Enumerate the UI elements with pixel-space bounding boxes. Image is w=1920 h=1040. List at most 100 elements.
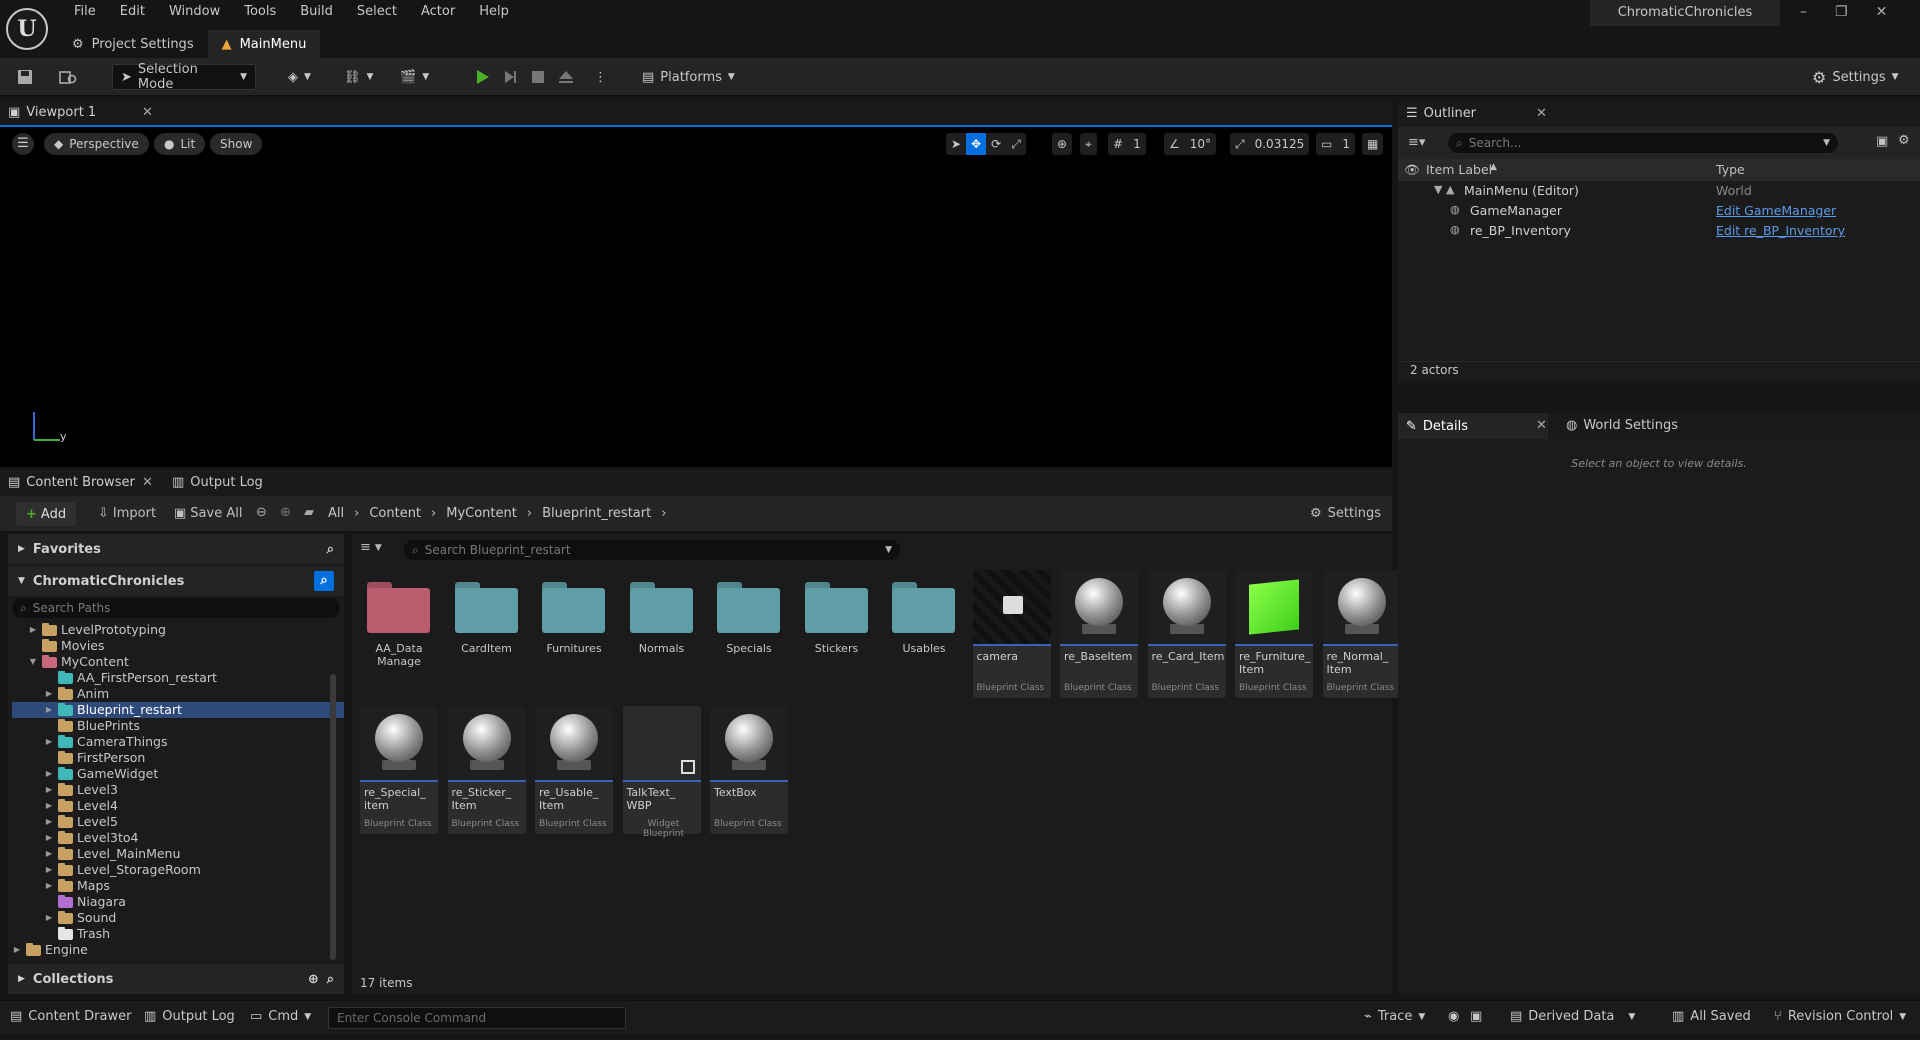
menu-select[interactable]: Select bbox=[345, 0, 409, 24]
output-log-button[interactable]: ▥ Output Log bbox=[144, 1009, 235, 1024]
revision-control-dropdown[interactable]: ⑂ Revision Control ▼ bbox=[1774, 1009, 1906, 1024]
tab-details[interactable]: Details bbox=[1423, 419, 1468, 434]
tree-item[interactable]: ▶ Anim bbox=[12, 686, 344, 702]
col-item-label[interactable]: Item Label bbox=[1426, 162, 1492, 177]
tab-mainmenu[interactable]: ▲ MainMenu bbox=[207, 30, 321, 58]
close-icon[interactable]: ✕ bbox=[142, 475, 153, 490]
search-icon[interactable]: ⌕ bbox=[327, 972, 334, 987]
chevron-right-icon[interactable]: ▶ bbox=[12, 942, 22, 958]
chevron-right-icon[interactable]: ▶ bbox=[44, 798, 54, 814]
save-icon[interactable] bbox=[16, 64, 34, 90]
folder-tile[interactable]: Furnitures bbox=[535, 570, 613, 698]
close-icon[interactable]: ✕ bbox=[1536, 106, 1547, 121]
perspective-button[interactable]: ◆ Perspective bbox=[44, 133, 149, 155]
tree-item[interactable]: Trash bbox=[12, 926, 344, 942]
angle-snap[interactable]: ∠ 10° bbox=[1164, 133, 1217, 155]
menu-help[interactable]: Help bbox=[467, 0, 521, 24]
show-button[interactable]: Show bbox=[210, 133, 263, 155]
folder-tile[interactable]: Specials bbox=[710, 570, 788, 698]
tab-content-browser[interactable]: Content Browser bbox=[26, 475, 135, 490]
menu-file[interactable]: File bbox=[62, 0, 108, 24]
stop-button[interactable] bbox=[528, 64, 548, 90]
tree-item[interactable]: Niagara bbox=[12, 894, 344, 910]
folder-tile[interactable]: Usables bbox=[885, 570, 963, 698]
content-drawer-button[interactable]: ▤ Content Drawer bbox=[10, 1009, 131, 1024]
selection-mode-dropdown[interactable]: ➤ Selection Mode ▼ bbox=[112, 62, 256, 92]
asset-tile[interactable]: re_Card_Item Blueprint Class bbox=[1147, 570, 1226, 698]
tree-item[interactable]: ▶ Level4 bbox=[12, 798, 344, 814]
asset-tile[interactable]: re_Usable_ Item Blueprint Class bbox=[535, 706, 613, 834]
tree-item[interactable]: ▶ Maps bbox=[12, 878, 344, 894]
chevron-right-icon[interactable]: › bbox=[661, 506, 666, 521]
minimize-icon[interactable]: – bbox=[1800, 4, 1807, 20]
blueprints-button[interactable]: ⛓ ▼ bbox=[344, 64, 373, 90]
tree-item[interactable]: ▼ MyContent bbox=[12, 654, 344, 670]
browse-icon[interactable] bbox=[58, 64, 78, 90]
chevron-right-icon[interactable]: ▶ bbox=[44, 846, 54, 862]
outliner-row[interactable]: ◍ GameManager Edit GameManager bbox=[1398, 201, 1920, 221]
tree-item[interactable]: ▶ Level_StorageRoom bbox=[12, 862, 344, 878]
tab-viewport[interactable]: Viewport 1 bbox=[26, 105, 96, 120]
all-saved-button[interactable]: ▥ All Saved bbox=[1672, 1009, 1751, 1024]
tree-item[interactable]: ▶ Blueprint_restart bbox=[12, 702, 344, 718]
screenshot-icon[interactable]: ▣ bbox=[1470, 1009, 1482, 1024]
eye-icon[interactable]: 👁 bbox=[1404, 162, 1420, 178]
chevron-right-icon[interactable]: ▶ bbox=[44, 830, 54, 846]
tree-item[interactable]: ▶ Level5 bbox=[12, 814, 344, 830]
tree-item[interactable]: ▶ Engine bbox=[12, 942, 344, 958]
chevron-right-icon[interactable]: ▶ bbox=[44, 862, 54, 878]
settings-dropdown[interactable]: ⚙ Settings ▼ bbox=[1812, 64, 1899, 90]
chevron-right-icon[interactable]: ▶ bbox=[44, 702, 54, 718]
tree-item[interactable]: FirstPerson bbox=[12, 750, 344, 766]
folder-tile[interactable]: AA_Data Manage bbox=[360, 570, 438, 698]
scale-snap[interactable]: ⤢ 0.03125 bbox=[1230, 133, 1310, 155]
gear-icon[interactable]: ⚙ bbox=[1898, 133, 1910, 148]
menu-build[interactable]: Build bbox=[288, 0, 345, 24]
chevron-down-icon[interactable]: ▼ bbox=[28, 654, 38, 670]
import-button[interactable]: ⇩ Import bbox=[98, 506, 156, 521]
world-local-toggle[interactable]: ⊕ bbox=[1052, 133, 1073, 155]
tab-project-settings[interactable]: ⚙ Project Settings bbox=[58, 30, 208, 58]
add-button[interactable]: + Add bbox=[16, 502, 77, 526]
tree-item[interactable]: ▶ CameraThings bbox=[12, 734, 344, 750]
outliner-row[interactable]: ▼ ▲ MainMenu (Editor) World bbox=[1398, 181, 1920, 201]
play-button[interactable] bbox=[472, 64, 492, 90]
tab-output-log[interactable]: Output Log bbox=[190, 475, 263, 490]
console-input[interactable]: Enter Console Command bbox=[328, 1007, 626, 1029]
menu-actor[interactable]: Actor bbox=[409, 0, 467, 24]
tree-item[interactable]: ▶ GameWidget bbox=[12, 766, 344, 782]
menu-tools[interactable]: Tools bbox=[232, 0, 288, 24]
restore-icon[interactable]: ❐ bbox=[1835, 4, 1848, 20]
breadcrumb-all[interactable]: All bbox=[328, 506, 344, 521]
chevron-right-icon[interactable]: ▶ bbox=[44, 782, 54, 798]
breadcrumb-content[interactable]: Content bbox=[369, 506, 421, 521]
favorites-header[interactable]: ▶ Favorites ⌕ bbox=[8, 534, 344, 564]
outliner-row[interactable]: ◍ re_BP_Inventory Edit re_BP_Inventory bbox=[1398, 221, 1920, 241]
tree-scrollbar[interactable] bbox=[330, 674, 336, 960]
edit-blueprint-link[interactable]: Edit re_BP_Inventory bbox=[1716, 223, 1845, 238]
save-all-button[interactable]: ▣ Save All bbox=[174, 506, 242, 521]
rotate-tool-icon[interactable]: ⟳ bbox=[986, 133, 1006, 155]
breadcrumb-blueprint-restart[interactable]: Blueprint_restart bbox=[542, 506, 651, 521]
tree-item[interactable]: AA_FirstPerson_restart bbox=[12, 670, 344, 686]
collections-header[interactable]: ▶ Collections ⊕ ⌕ bbox=[8, 964, 344, 994]
asset-tile[interactable]: re_Sticker_ Item Blueprint Class bbox=[447, 706, 526, 834]
tree-item[interactable]: BluePrints bbox=[12, 718, 344, 734]
close-icon[interactable]: ✕ bbox=[1536, 418, 1547, 433]
asset-tile[interactable]: re_BaseItem Blueprint Class bbox=[1060, 570, 1138, 698]
add-actor-button[interactable]: ◈ ▼ bbox=[288, 64, 311, 90]
search-icon[interactable]: ⌕ bbox=[314, 571, 334, 591]
chevron-right-icon[interactable]: ▶ bbox=[44, 734, 54, 750]
scale-tool-icon[interactable]: ⤢ bbox=[1006, 133, 1026, 155]
trace-dropdown[interactable]: ⌁ Trace ▼ bbox=[1364, 1009, 1425, 1024]
tree-item[interactable]: ▶ Sound bbox=[12, 910, 344, 926]
breadcrumb-mycontent[interactable]: MyContent bbox=[446, 506, 517, 521]
chevron-right-icon[interactable]: ▶ bbox=[44, 686, 54, 702]
layout-button[interactable]: ▦ bbox=[1362, 133, 1384, 155]
folder-tile[interactable]: Normals bbox=[623, 570, 701, 698]
tree-item[interactable]: ▶ LevelPrototyping bbox=[12, 622, 344, 638]
play-options-icon[interactable]: ⋮ bbox=[594, 64, 607, 90]
cinematics-button[interactable]: 🎬 ▼ bbox=[400, 64, 429, 90]
tree-item[interactable]: Movies bbox=[12, 638, 344, 654]
asset-tile[interactable]: re_Normal_ Item Blueprint Class bbox=[1322, 570, 1401, 698]
